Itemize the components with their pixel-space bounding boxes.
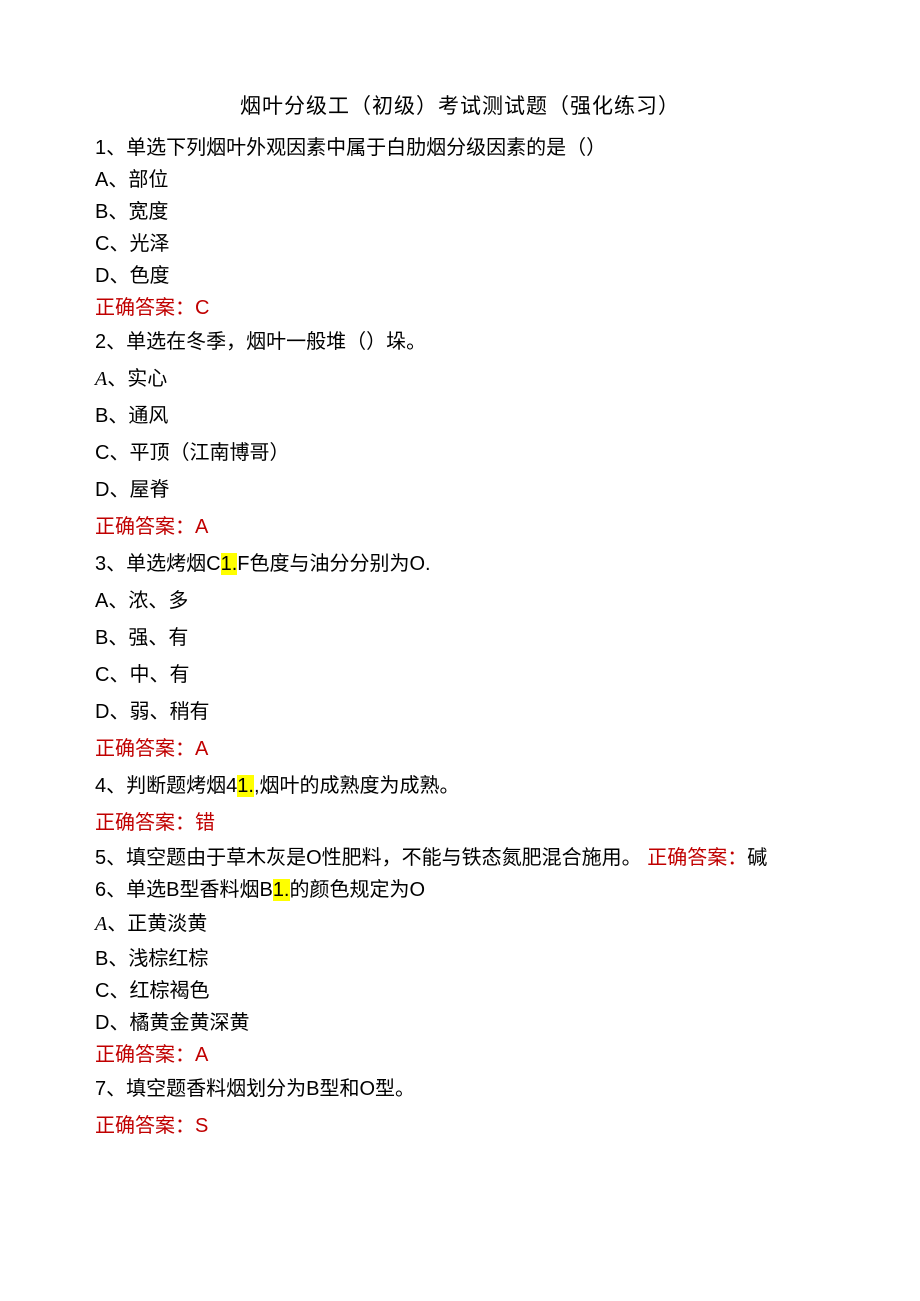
- q6-opt-a: A、正黄淡黄: [95, 906, 825, 943]
- question-5: 5、填空题由于草木灰是O性肥料，不能与铁态氮肥混合施用。 正确答案：碱: [95, 842, 825, 874]
- q1-answer: 正确答案：C: [95, 292, 825, 324]
- q3-opt-c: C、中、有: [95, 657, 825, 694]
- q1-opt-a: A、部位: [95, 164, 825, 196]
- q1-opt-d: D、色度: [95, 260, 825, 292]
- q4-stem: 4、判断题烤烟41.,烟叶的成熟度为成熟。: [95, 768, 825, 805]
- q7-stem: 7、填空题香料烟划分为B型和O型。: [95, 1071, 825, 1108]
- q6-opt-b: B、浅棕红棕: [95, 943, 825, 975]
- q6-opt-c: C、红棕褐色: [95, 975, 825, 1007]
- question-1: 1、单选下列烟叶外观因素中属于白肋烟分级因素的是（） A、部位 B、宽度 C、光…: [95, 132, 825, 324]
- q2-opt-a: A、实心: [95, 361, 825, 398]
- question-6: 6、单选B型香料烟B1.的颜色规定为O A、正黄淡黄 B、浅棕红棕 C、红棕褐色…: [95, 874, 825, 1071]
- q6-opt-d: D、橘黄金黄深黄: [95, 1007, 825, 1039]
- q1-opt-b: B、宽度: [95, 196, 825, 228]
- q6-answer: 正确答案：A: [95, 1039, 825, 1071]
- q3-opt-b: B、强、有: [95, 620, 825, 657]
- q4-answer: 正确答案：错: [95, 805, 825, 842]
- q2-opt-d: D、屋脊: [95, 472, 825, 509]
- question-7: 7、填空题香料烟划分为B型和O型。 正确答案：S: [95, 1071, 825, 1145]
- q3-stem: 3、单选烤烟C1.F色度与油分分别为O.: [95, 546, 825, 583]
- question-4: 4、判断题烤烟41.,烟叶的成熟度为成熟。 正确答案：错: [95, 768, 825, 842]
- q7-answer: 正确答案：S: [95, 1108, 825, 1145]
- document-title: 烟叶分级工（初级）考试测试题（强化练习）: [95, 90, 825, 120]
- q2-answer: 正确答案：A: [95, 509, 825, 546]
- q2-stem: 2、单选在冬季，烟叶一般堆（）垛。: [95, 324, 825, 361]
- q1-stem: 1、单选下列烟叶外观因素中属于白肋烟分级因素的是（）: [95, 132, 825, 164]
- q6-stem: 6、单选B型香料烟B1.的颜色规定为O: [95, 874, 825, 906]
- q2-opt-c: C、平顶（江南博哥）: [95, 435, 825, 472]
- q3-opt-a: A、浓、多: [95, 583, 825, 620]
- question-2: 2、单选在冬季，烟叶一般堆（）垛。 A、实心 B、通风 C、平顶（江南博哥） D…: [95, 324, 825, 546]
- q2-opt-b: B、通风: [95, 398, 825, 435]
- q3-opt-d: D、弱、稍有: [95, 694, 825, 731]
- q5-stem: 5、填空题由于草木灰是O性肥料，不能与铁态氮肥混合施用。 正确答案：碱: [95, 842, 825, 874]
- question-3: 3、单选烤烟C1.F色度与油分分别为O. A、浓、多 B、强、有 C、中、有 D…: [95, 546, 825, 768]
- q1-opt-c: C、光泽: [95, 228, 825, 260]
- q3-answer: 正确答案：A: [95, 731, 825, 768]
